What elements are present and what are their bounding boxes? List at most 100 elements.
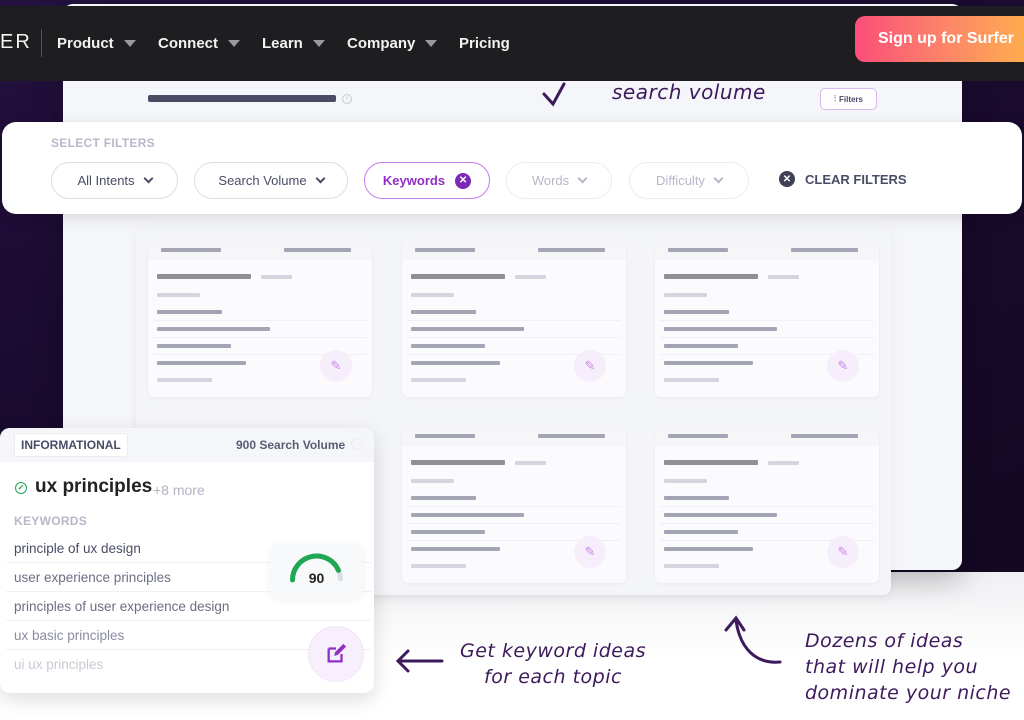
search-volume-label: 900 Search Volume bbox=[236, 438, 346, 452]
placeholder-bar bbox=[411, 293, 454, 297]
edit-icon: ✎ bbox=[827, 536, 859, 568]
annotation-dozens-of-ideas: Dozens of ideas that will help you domin… bbox=[805, 630, 1012, 704]
placeholder-bar bbox=[157, 344, 231, 348]
placeholder-topic-card: ✎ bbox=[402, 427, 626, 583]
placeholder-bar bbox=[411, 496, 476, 500]
filters-button[interactable]: ⫶ Filters bbox=[820, 88, 877, 110]
filter-words[interactable]: Words bbox=[506, 162, 612, 199]
placeholder-bar bbox=[411, 460, 505, 465]
chevron-down-icon bbox=[315, 173, 326, 184]
logo[interactable]: ER bbox=[0, 31, 32, 54]
chevron-down-icon bbox=[577, 173, 588, 184]
arrow-left-icon bbox=[394, 646, 446, 683]
placeholder-bar bbox=[415, 248, 475, 252]
annotation-get-keyword-ideas: Get keyword ideas for each topic bbox=[460, 640, 646, 688]
placeholder-bar bbox=[411, 310, 476, 314]
check-circle-icon: ✓ bbox=[15, 482, 27, 494]
placeholder-bar bbox=[538, 434, 605, 438]
placeholder-bar bbox=[411, 327, 524, 331]
placeholder-bar bbox=[411, 361, 500, 365]
placeholder-bar bbox=[284, 248, 351, 252]
placeholder-bar bbox=[664, 361, 753, 365]
placeholder-bar bbox=[664, 327, 777, 331]
topic-title: ux principles bbox=[35, 476, 153, 497]
nav-item-connect[interactable]: Connect bbox=[158, 35, 240, 52]
nav-item-pricing[interactable]: Pricing bbox=[459, 35, 510, 52]
placeholder-bar bbox=[664, 460, 758, 465]
placeholder-bar bbox=[768, 275, 799, 279]
placeholder-bar bbox=[664, 310, 729, 314]
placeholder-bar bbox=[515, 461, 546, 465]
nav-item-company[interactable]: Company bbox=[347, 35, 438, 52]
curved-arrow-up-icon bbox=[722, 612, 784, 673]
placeholder-bar bbox=[664, 547, 753, 551]
filter-search-volume[interactable]: Search Volume bbox=[194, 162, 348, 199]
placeholder-topic-card: ✎ bbox=[148, 241, 372, 397]
keywords-label: KEYWORDS bbox=[14, 514, 88, 528]
placeholder-bar bbox=[538, 248, 605, 252]
clear-icon: ✕ bbox=[779, 171, 795, 187]
edit-icon bbox=[327, 643, 347, 663]
placeholder-bar bbox=[157, 361, 246, 365]
info-icon: i bbox=[342, 94, 352, 104]
placeholder-bar bbox=[415, 434, 475, 438]
write-content-button[interactable] bbox=[309, 627, 363, 681]
placeholder-bar bbox=[411, 530, 485, 534]
caret-down-icon bbox=[425, 40, 438, 47]
annotation-search-volume: search volume bbox=[612, 80, 766, 104]
placeholder-bar bbox=[664, 479, 707, 483]
placeholder-bar bbox=[411, 564, 466, 568]
intent-badge: INFORMATIONAL bbox=[14, 433, 128, 457]
logo-divider bbox=[41, 29, 42, 57]
placeholder-bar bbox=[768, 461, 799, 465]
placeholder-bar bbox=[664, 378, 719, 382]
placeholder-bar bbox=[668, 434, 728, 438]
filter-keywords[interactable]: Keywords ✕ bbox=[364, 162, 490, 199]
placeholder-bar bbox=[157, 378, 212, 382]
placeholder-bar bbox=[515, 275, 546, 279]
select-radio[interactable] bbox=[351, 438, 363, 450]
placeholder-bar bbox=[664, 513, 777, 517]
placeholder-bar bbox=[664, 344, 738, 348]
placeholder-topic-card: ✎ bbox=[655, 241, 879, 397]
edit-icon: ✎ bbox=[827, 350, 859, 382]
edit-icon: ✎ bbox=[574, 350, 606, 382]
placeholder-bar bbox=[791, 434, 858, 438]
edit-icon: ✎ bbox=[320, 350, 352, 382]
edit-icon: ✎ bbox=[574, 536, 606, 568]
nav-item-product[interactable]: Product bbox=[57, 35, 136, 52]
chevron-down-icon bbox=[713, 173, 724, 184]
placeholder-bar bbox=[664, 564, 719, 568]
remove-filter-icon[interactable]: ✕ bbox=[455, 172, 472, 189]
gauge-score: 90 bbox=[308, 570, 325, 586]
clear-filters-button[interactable]: ✕ CLEAR FILTERS bbox=[779, 171, 907, 187]
placeholder-bar bbox=[161, 248, 221, 252]
placeholder-topic-card: ✎ bbox=[402, 241, 626, 397]
placeholder-bar bbox=[668, 248, 728, 252]
filter-panel: SELECT FILTERS All Intents Search Volume… bbox=[2, 122, 1022, 214]
placeholder-bar bbox=[157, 293, 200, 297]
caret-down-icon bbox=[312, 40, 325, 47]
placeholder-bar bbox=[664, 274, 758, 279]
placeholder-bar bbox=[791, 248, 858, 252]
placeholder-bar bbox=[411, 547, 500, 551]
signup-button[interactable]: Sign up for Surfer bbox=[855, 16, 1024, 62]
placeholder-title-bar bbox=[148, 95, 336, 102]
placeholder-bar bbox=[664, 496, 729, 500]
placeholder-bar bbox=[664, 530, 738, 534]
chevron-down-icon bbox=[143, 173, 153, 184]
placeholder-bar bbox=[157, 274, 251, 279]
nav-item-learn[interactable]: Learn bbox=[262, 35, 325, 52]
filter-panel-title: SELECT FILTERS bbox=[51, 136, 155, 150]
filter-difficulty[interactable]: Difficulty bbox=[629, 162, 749, 199]
difficulty-gauge: 90 bbox=[270, 543, 363, 598]
placeholder-bar bbox=[411, 513, 524, 517]
arrow-down-icon bbox=[540, 80, 568, 115]
caret-down-icon bbox=[123, 40, 136, 47]
filter-all-intents[interactable]: All Intents bbox=[51, 162, 178, 199]
placeholder-bar bbox=[157, 310, 222, 314]
placeholder-bar bbox=[411, 274, 505, 279]
placeholder-topic-card: ✎ bbox=[655, 427, 879, 583]
sliders-icon: ⫶ bbox=[833, 94, 836, 103]
placeholder-bar bbox=[157, 327, 270, 331]
